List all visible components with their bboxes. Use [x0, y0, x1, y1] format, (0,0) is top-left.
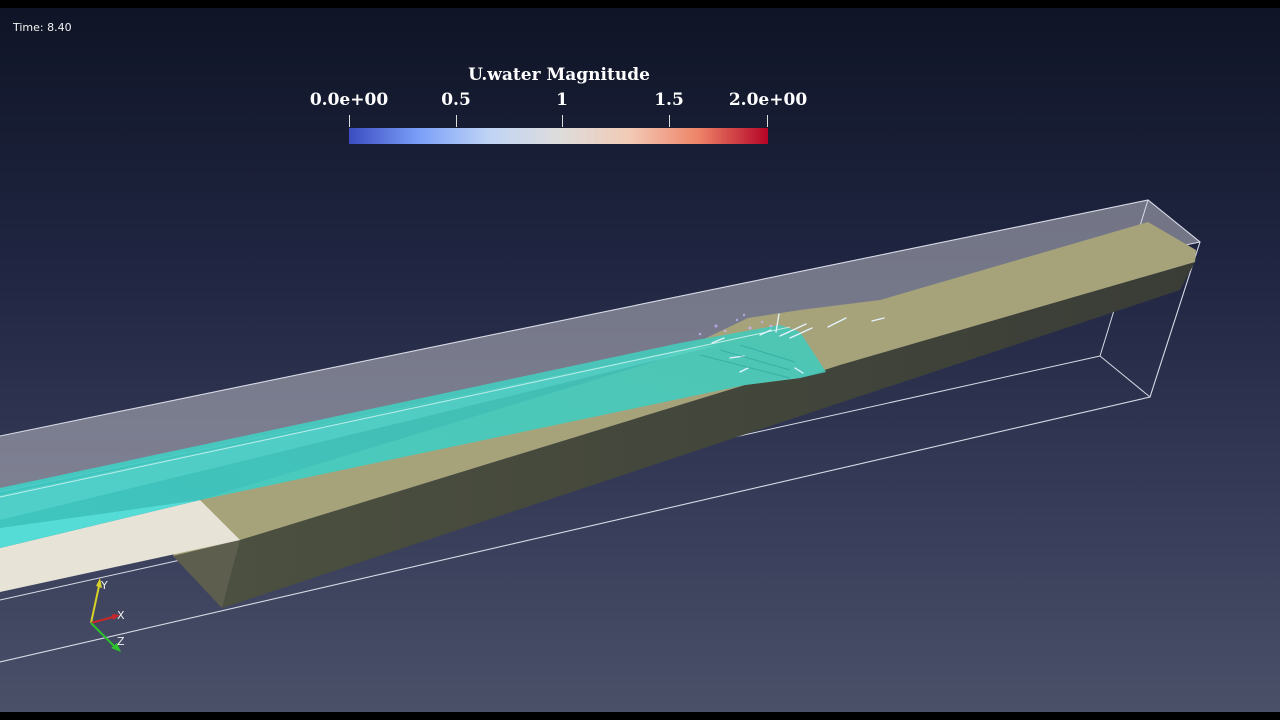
x-axis-label: X	[117, 609, 125, 622]
3d-render-viewport[interactable]: Y X Z Time: 8.40 U.water Magnitude 0.0e+…	[0, 8, 1280, 712]
scalar-bar-label-max: 2.0e+00	[728, 90, 808, 110]
scalar-bar-tick	[349, 115, 350, 127]
scalar-bar-label-min: 0.0e+00	[309, 90, 389, 110]
scalar-bar-tick	[456, 115, 457, 127]
flume-scene: Y X Z	[0, 199, 1201, 663]
scalar-bar-colormap	[349, 128, 768, 144]
time-annotation: Time: 8.40	[13, 21, 72, 34]
domain-box-edge	[1099, 355, 1151, 398]
scalar-bar-title: U.water Magnitude	[468, 65, 650, 85]
scalar-bar-tick	[669, 115, 670, 127]
scalar-bar-label: 0.5	[441, 90, 471, 110]
orientation-axes: Y X Z	[90, 578, 125, 652]
z-axis-line	[90, 622, 116, 648]
z-axis-label: Z	[117, 635, 125, 648]
scalar-bar-tick	[767, 115, 768, 127]
x-axis-line	[90, 616, 114, 624]
y-axis-line	[90, 585, 100, 624]
scalar-bar-label: 1.5	[654, 90, 684, 110]
y-axis-label: Y	[100, 579, 108, 592]
scalar-bar-label: 1	[556, 90, 568, 110]
scalar-bar-tick	[562, 115, 563, 127]
